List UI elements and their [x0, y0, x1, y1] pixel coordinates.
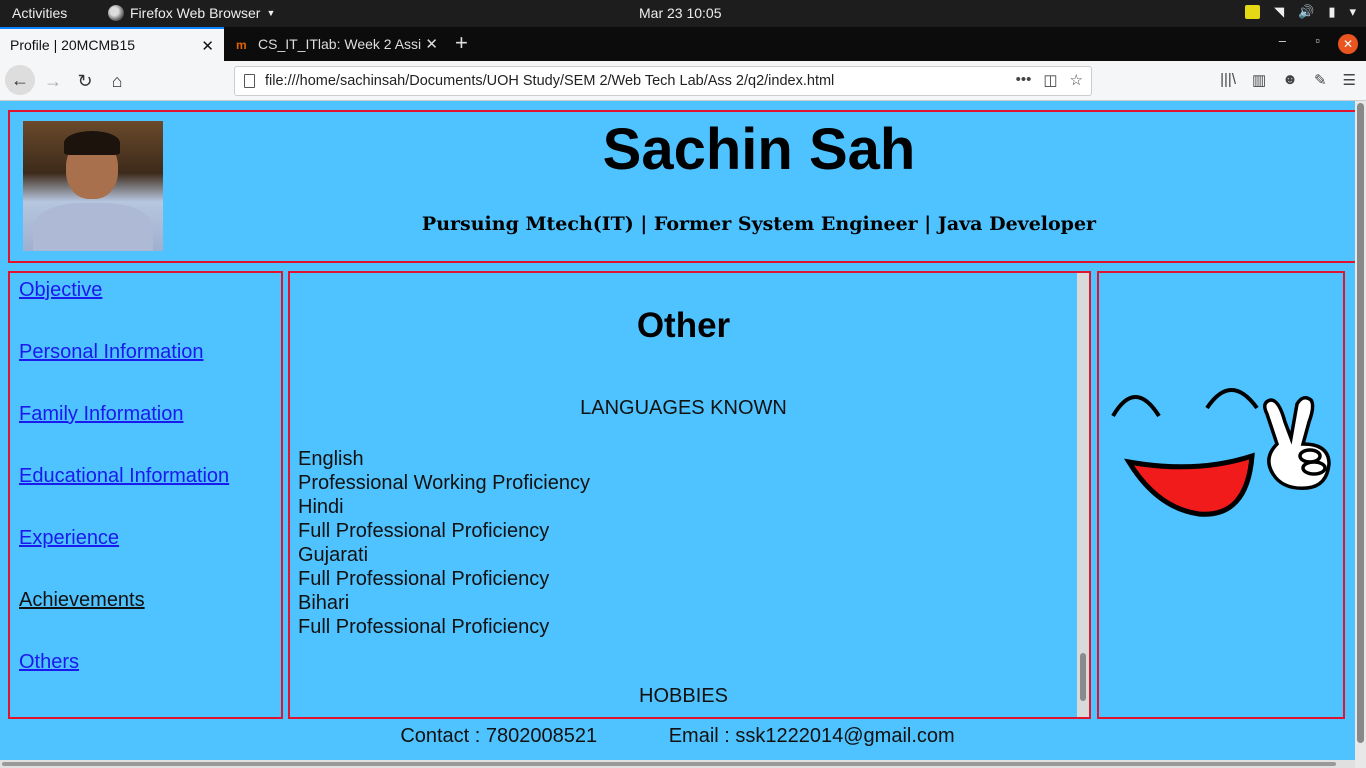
- sidebar-link-educational-information[interactable]: Educational Information: [19, 465, 229, 488]
- sidebar-toggle-icon[interactable]: ▥: [1252, 71, 1266, 89]
- sidebar-link-personal-information[interactable]: Personal Information: [19, 341, 204, 364]
- page-horizontal-scrollbar[interactable]: [0, 760, 1355, 768]
- system-top-bar: Activities Firefox Web Browser ▼ Mar 23 …: [0, 0, 1366, 27]
- library-icon[interactable]: |||\: [1220, 71, 1236, 89]
- menu-icon[interactable]: ☰: [1343, 71, 1356, 89]
- hobbies-heading: HOBBIES: [639, 685, 728, 707]
- navigation-toolbar: ← → ↻ ⌂ file:///home/sachinsah/Documents…: [0, 61, 1366, 101]
- chevron-down-icon: ▼: [266, 8, 276, 18]
- language-name: English: [298, 448, 364, 470]
- language-level: Full Professional Proficiency: [298, 520, 550, 542]
- page-viewport: Sachin Sah Pursuing Mtech(IT) | Former S…: [0, 101, 1366, 768]
- bookmark-star-icon[interactable]: ☆: [1070, 71, 1083, 89]
- language-name: Gujarati: [298, 544, 369, 566]
- content-scrollbar[interactable]: [1077, 273, 1089, 717]
- page-icon: [244, 74, 255, 88]
- profile-header: Sachin Sah Pursuing Mtech(IT) | Former S…: [8, 110, 1360, 263]
- sidebar-link-family-information[interactable]: Family Information: [19, 403, 184, 426]
- back-button[interactable]: ←: [5, 65, 35, 95]
- tab-strip: Profile | 20MCMB15 ✕ m CS_IT_ITlab: Week…: [0, 27, 1366, 61]
- extension-icon[interactable]: ✎: [1314, 71, 1327, 89]
- tab-profile[interactable]: Profile | 20MCMB15 ✕: [0, 27, 224, 61]
- moodle-icon: m: [236, 38, 247, 52]
- activities-button[interactable]: Activities: [12, 5, 67, 21]
- page-actions-icon[interactable]: •••: [1016, 71, 1032, 89]
- pocket-icon[interactable]: ◫: [1043, 71, 1057, 89]
- battery-icon: ▮: [1328, 4, 1336, 19]
- footer: Contact : 7802008521 Email : ssk1222014@…: [0, 725, 1355, 748]
- right-panel: [1097, 271, 1345, 719]
- email-text: Email : ssk1222014@gmail.com: [668, 725, 955, 747]
- languages-heading: LANGUAGES KNOWN: [580, 397, 787, 419]
- tab-itlab[interactable]: m CS_IT_ITlab: Week 2 Assi ✕: [226, 27, 448, 61]
- wifi-icon: ◥: [1274, 4, 1285, 19]
- app-menu[interactable]: Firefox Web Browser ▼: [108, 5, 275, 21]
- app-name: Firefox Web Browser: [130, 5, 261, 21]
- smiley-peace-image: [1111, 388, 1331, 517]
- home-button[interactable]: ⌂: [103, 67, 131, 95]
- sidebar-link-achievements[interactable]: Achievements: [19, 589, 145, 612]
- tab-label: CS_IT_ITlab: Week 2 Assi: [258, 36, 422, 52]
- sidebar-link-experience[interactable]: Experience: [19, 527, 119, 550]
- clock[interactable]: Mar 23 10:05: [639, 5, 722, 21]
- forward-button[interactable]: →: [39, 67, 67, 95]
- language-level: Professional Working Proficiency: [298, 472, 590, 494]
- close-tab-icon[interactable]: ✕: [201, 37, 214, 55]
- tab-label: Profile | 20MCMB15: [10, 37, 136, 53]
- language-level: Full Professional Proficiency: [298, 568, 550, 590]
- profile-tagline: Pursuing Mtech(IT) | Former System Engin…: [421, 213, 1097, 235]
- language-name: Bihari: [298, 592, 350, 614]
- sidebar-link-others[interactable]: Others: [19, 651, 79, 674]
- contact-text: Contact : 7802008521: [400, 725, 598, 747]
- sidebar-link-objective[interactable]: Objective: [19, 279, 102, 302]
- minimize-icon[interactable]: –: [1279, 33, 1286, 48]
- page-vertical-scrollbar[interactable]: [1355, 101, 1366, 768]
- firefox-icon: [108, 5, 124, 21]
- section-title: Other: [636, 306, 731, 345]
- new-tab-button[interactable]: +: [455, 30, 468, 56]
- account-icon[interactable]: ☻: [1282, 71, 1298, 89]
- notes-icon[interactable]: [1245, 5, 1261, 19]
- close-tab-icon[interactable]: ✕: [425, 35, 438, 53]
- reload-button[interactable]: ↻: [71, 67, 99, 95]
- language-level: Full Professional Proficiency: [298, 616, 550, 638]
- chevron-down-icon: ▾: [1349, 4, 1356, 19]
- url-bar[interactable]: file:///home/sachinsah/Documents/UOH Stu…: [234, 66, 1092, 96]
- language-name: Hindi: [298, 496, 344, 518]
- languages-list: English Professional Working Proficiency…: [298, 447, 590, 639]
- maximize-icon[interactable]: ▫: [1315, 33, 1320, 48]
- close-window-button[interactable]: ✕: [1338, 34, 1358, 54]
- content-frame: Other LANGUAGES KNOWN English Profession…: [288, 271, 1091, 719]
- url-text[interactable]: file:///home/sachinsah/Documents/UOH Stu…: [265, 73, 834, 89]
- profile-name: Sachin Sah: [602, 117, 916, 182]
- system-tray[interactable]: ◥ 🔊 ▮ ▾: [1245, 4, 1356, 20]
- volume-icon: 🔊: [1298, 4, 1315, 19]
- sidebar-nav: Objective Personal Information Family In…: [8, 271, 283, 719]
